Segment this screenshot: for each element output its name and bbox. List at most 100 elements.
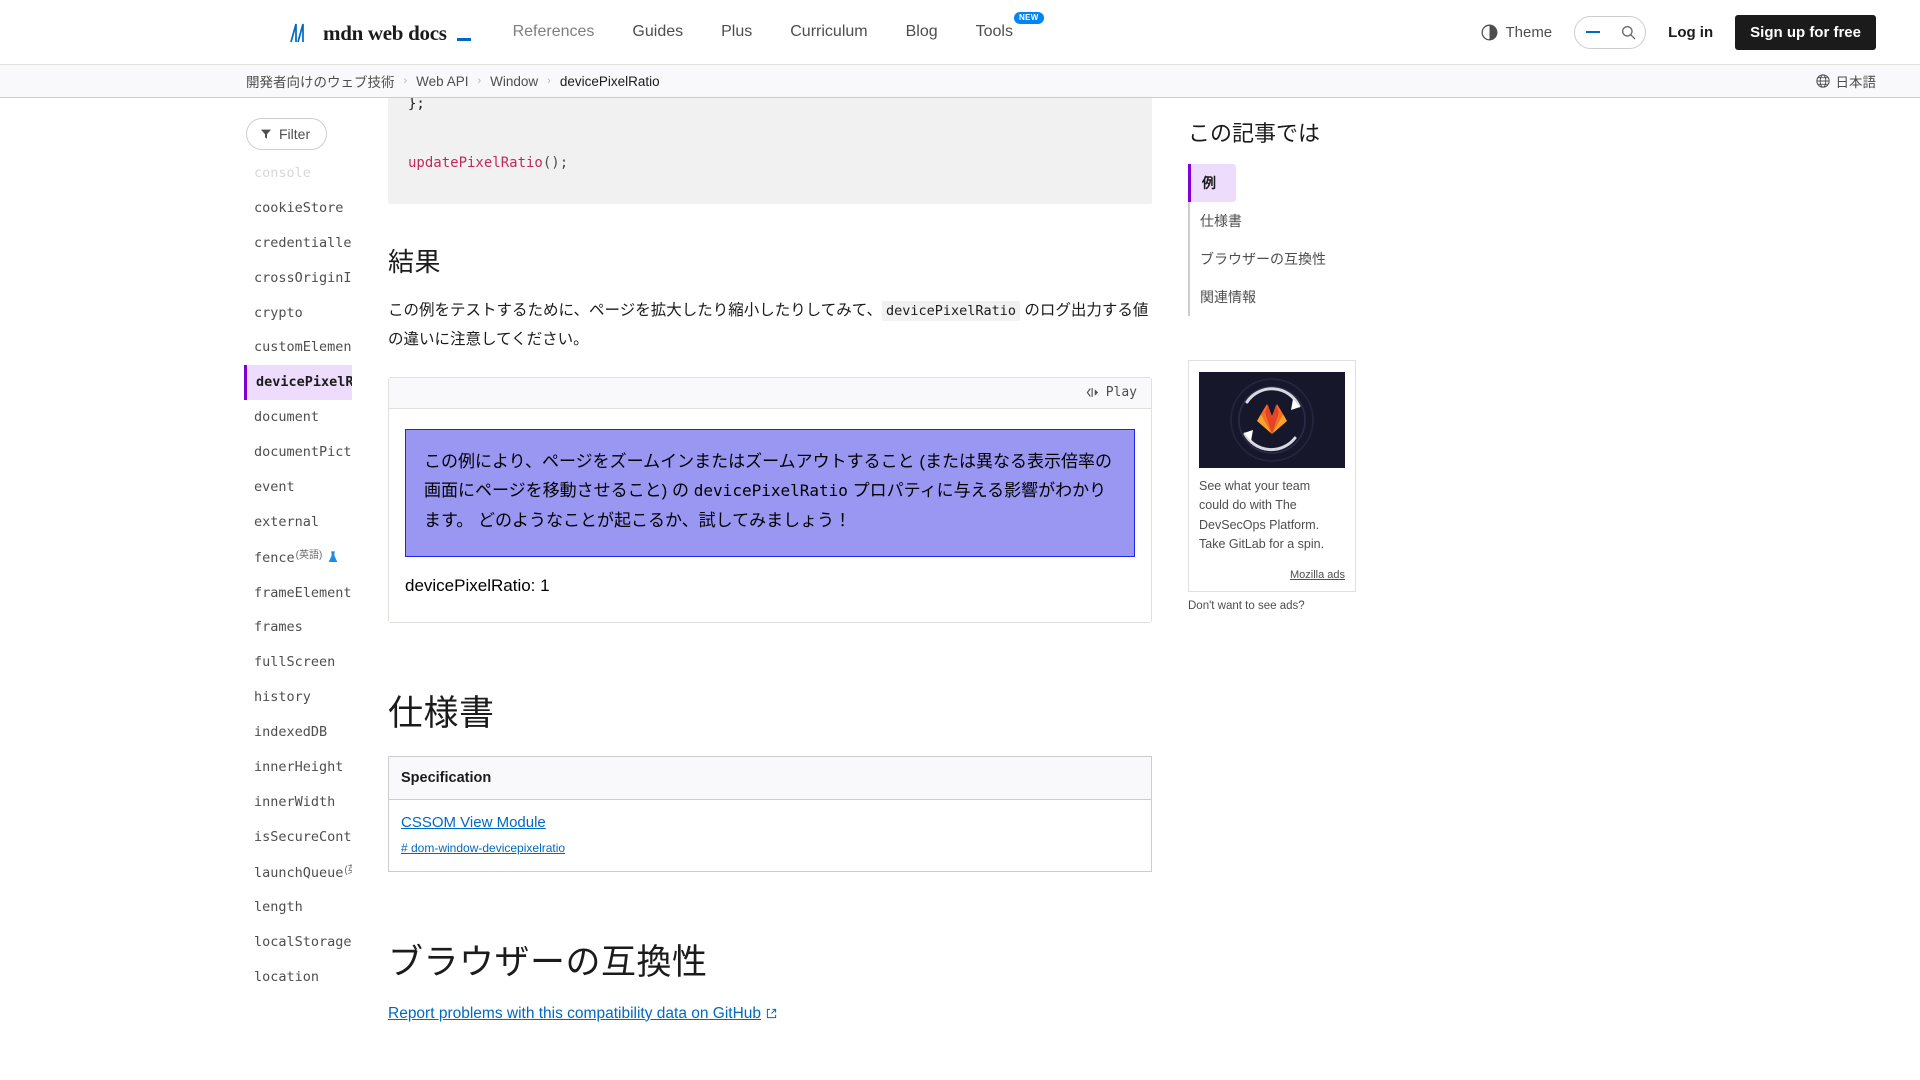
filter-label: Filter — [279, 126, 311, 142]
language-label: 日本語 — [1835, 75, 1877, 90]
toc-item-related[interactable]: 関連情報 — [1188, 278, 1528, 316]
theme-contrast-icon — [1482, 24, 1498, 40]
breadcrumb-item-window[interactable]: Window — [490, 74, 538, 89]
sidebar-item-fullscreen[interactable]: fullScreen — [244, 645, 352, 680]
external-link-icon — [766, 1009, 777, 1019]
interactive-example: Play この例により、ページをズームインまたはズームアウトすること (または異… — [388, 376, 1152, 623]
breadcrumb-separator: › — [547, 75, 551, 87]
sidebar-item-frames[interactable]: frames — [244, 610, 352, 645]
sidebar-item-customelements[interactable]: customElements — [244, 330, 352, 365]
nav-blog[interactable]: Blog — [906, 23, 938, 41]
spec-link-cssom[interactable]: CSSOM View Module — [401, 814, 546, 831]
ad-copy-text: See what your team could do with The Dev… — [1199, 479, 1325, 552]
language-switcher[interactable]: 日本語 — [1815, 71, 1877, 91]
sidebar-item-history[interactable]: history — [244, 680, 352, 715]
spec-anchor-link[interactable]: # dom-window-devicepixelratio — [401, 841, 565, 855]
toc-item-specification[interactable]: 仕様書 — [1188, 202, 1528, 240]
toc-item-example[interactable]: 例 — [1188, 164, 1236, 202]
spec-table-header-cell: Specification — [388, 756, 1152, 800]
play-button[interactable]: Play — [1086, 385, 1137, 400]
sidebar-item-localstorage[interactable]: localStorage — [244, 925, 352, 960]
advertisement-card[interactable]: See what your team could do with The Dev… — [1188, 360, 1356, 592]
logo-underscore — [456, 37, 471, 41]
sidebar-item-innerheight[interactable]: innerHeight — [244, 750, 352, 785]
main-content: }; updatePixelRatio(); 結果 この例をテストするために、ペ… — [352, 98, 1152, 1080]
spec-table-head: Specification — [388, 756, 1152, 800]
sidebar-list: console cookieStore credentialless cross… — [244, 156, 352, 995]
code-line-call: updatePixelRatio(); — [408, 149, 1132, 178]
spec-table-cell: CSSOM View Module # dom-window-devicepix… — [388, 799, 1152, 872]
ad-optout-note[interactable]: Don't want to see ads? — [1188, 600, 1528, 612]
nav-tools[interactable]: Tools NEW — [975, 12, 1044, 41]
right-sidebar: この記事では 例 仕様書 ブラウザーの互換性 関連情報 See what you… — [1152, 98, 1572, 1080]
example-toolbar: Play — [389, 377, 1151, 409]
sidebar-item-documentpictureinpicture[interactable]: documentPictureInPicture — [244, 435, 352, 470]
sidebar-item-cookiestore[interactable]: cookieStore — [244, 191, 352, 226]
theme-label: Theme — [1505, 23, 1553, 41]
spec-table-header-row: Specification — [388, 756, 1152, 800]
experimental-flask-icon — [329, 551, 338, 562]
nav-tools-label: Tools — [975, 23, 1013, 40]
nav-plus[interactable]: Plus — [721, 23, 752, 41]
inline-code-devicepixelratio: devicePixelRatio — [882, 301, 1021, 322]
results-text-before: この例をテストするために、ページを拡大したり縮小したりしてみて、 — [388, 302, 882, 320]
sidebar-item-launchqueue[interactable]: launchQueue (英語) — [244, 855, 352, 891]
specification-heading: 仕様書 — [388, 693, 495, 733]
breadcrumb-separator: › — [403, 75, 408, 87]
nav-references[interactable]: References — [513, 23, 595, 41]
nav-guides[interactable]: Guides — [632, 23, 683, 41]
nav-curriculum[interactable]: Curriculum — [790, 23, 867, 41]
globe-icon — [1815, 74, 1830, 88]
sidebar-item-crossoriginisolated[interactable]: crossOriginIsolated — [244, 261, 352, 296]
play-label: Play — [1105, 385, 1137, 401]
breadcrumb-separator: › — [477, 75, 482, 87]
breadcrumb-list: 開発者向けのウェブ技術 › Web API › Window › deviceP… — [246, 71, 660, 91]
theme-toggle-button[interactable]: Theme — [1481, 24, 1552, 41]
breadcrumb-item-current: devicePixelRatio — [559, 73, 660, 89]
toc-title: この記事では — [1188, 121, 1321, 146]
sidebar-item-console[interactable]: console — [244, 156, 352, 191]
table-row: CSSOM View Module # dom-window-devicepix… — [388, 799, 1152, 872]
toc-item-compatibility[interactable]: ブラウザーの互換性 — [1188, 240, 1528, 278]
sidebar-item-document[interactable]: document — [244, 400, 352, 435]
site-header: mdn web docs References Guides Plus Curr… — [0, 0, 1920, 64]
search-input[interactable] — [1574, 15, 1647, 49]
sidebar-item-innerwidth[interactable]: innerWidth — [244, 785, 352, 820]
breadcrumb-item-root[interactable]: 開発者向けのウェブ技術 — [246, 71, 395, 91]
toc-list: 例 仕様書 ブラウザーの互換性 関連情報 — [1188, 164, 1528, 316]
signup-button[interactable]: Sign up for free — [1735, 14, 1876, 50]
mdn-logo-icon — [290, 23, 304, 42]
mozilla-ads-link[interactable]: Mozilla ads — [1290, 569, 1345, 581]
code-punctuation: (); — [542, 154, 569, 171]
demo-inline-code: devicePixelRatio — [693, 481, 848, 501]
sidebar-item-external[interactable]: external — [244, 505, 352, 540]
filter-button[interactable]: Filter — [246, 118, 328, 150]
results-paragraph: この例をテストするために、ページを拡大したり縮小したりしてみて、 devicePi… — [388, 297, 1152, 354]
mdn-logo-link[interactable]: mdn web docs — [290, 22, 471, 43]
sidebar-item-fence[interactable]: fence (英語) — [244, 540, 352, 576]
report-compat-problems-link[interactable]: Report problems with this compatibility … — [388, 1005, 777, 1023]
sidebar-item-location[interactable]: location — [244, 960, 352, 995]
specification-table: Specification CSSOM View Module # dom-wi… — [388, 755, 1152, 872]
sidebar-item-indexeddb[interactable]: indexedDB — [244, 715, 352, 750]
example-output-area: この例により、ページをズームインまたはズームアウトすること (または異なる表示倍… — [389, 408, 1151, 622]
page-body: Filter console cookieStore credentialles… — [0, 98, 1920, 1080]
sidebar-item-label: fence — [254, 549, 295, 566]
code-line-close: }; — [408, 98, 425, 112]
header-actions: Theme Log in Sign up for free — [1481, 0, 1876, 64]
sidebar-item-devicepixelratio[interactable]: devicePixelRatio — [244, 365, 352, 401]
sidebar-item-length[interactable]: length — [244, 890, 352, 925]
login-link[interactable]: Log in — [1668, 24, 1713, 41]
demo-description-box: この例により、ページをズームインまたはズームアウトすること (または異なる表示倍… — [405, 428, 1135, 557]
sidebar-item-frameelement[interactable]: frameElement — [244, 576, 352, 611]
new-badge: NEW — [1013, 12, 1044, 24]
sidebar-item-lang-sup: (英語) — [344, 864, 352, 876]
sidebar-item-crypto[interactable]: crypto — [244, 296, 352, 331]
sidebar-item-event[interactable]: event — [244, 470, 352, 505]
primary-nav: References Guides Plus Curriculum Blog T… — [513, 12, 1044, 41]
sidebar-item-issecurecontext[interactable]: isSecureContext — [244, 820, 352, 855]
sidebar-item-lang-sup: (英語) — [295, 549, 323, 561]
breadcrumb-item-webapi[interactable]: Web API — [416, 74, 468, 89]
sidebar-item-credentialless[interactable]: credentialless — [244, 226, 352, 261]
